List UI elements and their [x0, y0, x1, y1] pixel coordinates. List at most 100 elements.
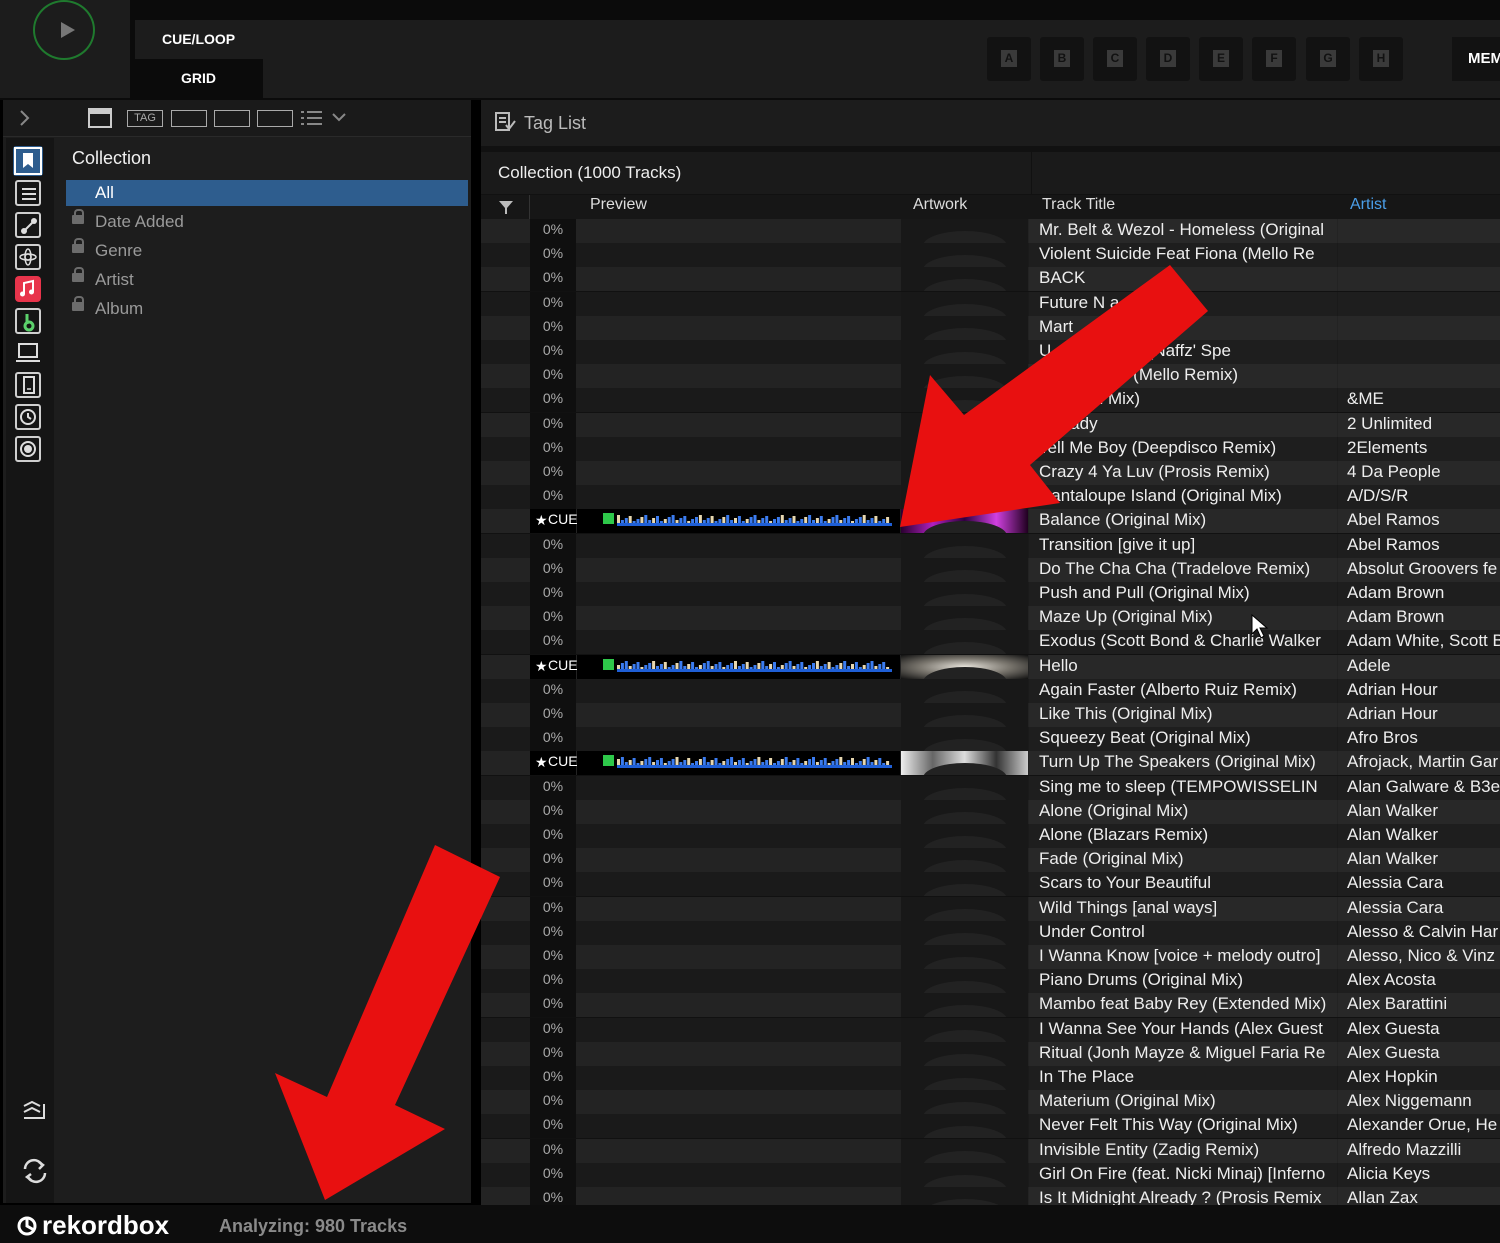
track-title-cell[interactable]: Mr. Belt & Wezol - Homeless (Original [1029, 219, 1337, 243]
artist-cell[interactable]: Alan Galware & B3e [1338, 775, 1500, 800]
preview-cell[interactable] [577, 292, 900, 316]
preview-cell[interactable] [577, 1114, 900, 1138]
table-row[interactable]: 0% Invisible Entity (Zadig Remix) Alfredo … [481, 1138, 1500, 1163]
preview-cell[interactable] [577, 993, 900, 1017]
track-title-cell[interactable]: Violent Suicide Feat Fiona (Mello Re [1029, 243, 1337, 268]
track-title-cell[interactable]: Materium (Original Mix) [1029, 1090, 1337, 1115]
collection-icon[interactable] [13, 146, 43, 176]
table-row[interactable]: 0% Ritual (Jonh Mayze & Miguel Faria Re Al… [481, 1041, 1500, 1066]
tag-toggle[interactable]: TAG [127, 110, 163, 127]
track-title-cell[interactable]: Wild Things [anal ways] [1029, 896, 1337, 921]
filter-icon[interactable] [498, 199, 514, 215]
artist-cell[interactable]: Abel Ramos [1338, 509, 1500, 534]
preview-cell[interactable] [577, 776, 900, 800]
table-row[interactable]: 0% Maze Up (Original Mix) Adam Brown [481, 606, 1500, 631]
history-icon[interactable] [15, 404, 41, 430]
list-view-icon[interactable] [300, 109, 350, 127]
window-icon[interactable] [88, 108, 112, 128]
artist-cell[interactable] [1338, 267, 1500, 292]
preview-cell[interactable] [577, 388, 900, 412]
table-row[interactable]: 0% Under Control Alesso & Calvin Har [481, 920, 1500, 945]
table-row[interactable]: 0% Piano Drums (Original Mix) Alex Acosta [481, 969, 1500, 994]
hotcue-d-button[interactable]: D [1146, 37, 1190, 81]
artist-cell[interactable] [1338, 364, 1500, 389]
col-artwork[interactable]: Artwork [913, 196, 967, 214]
artist-cell[interactable]: Alex Guesta [1338, 1041, 1500, 1066]
track-title-cell[interactable]: In The Place [1029, 1066, 1337, 1090]
artist-cell[interactable]: Adam Brown [1338, 582, 1500, 606]
preview-cell[interactable] [577, 921, 900, 945]
tree-item-genre[interactable]: Genre [66, 238, 468, 264]
tree-item-album[interactable]: Album [66, 296, 468, 322]
artist-cell[interactable]: &ME [1338, 388, 1500, 413]
preview-cell[interactable] [577, 534, 900, 558]
preview-cell[interactable] [577, 679, 900, 703]
track-title-cell[interactable]: Transition [give it up] [1029, 533, 1337, 558]
preview-cell[interactable] [577, 824, 900, 848]
artist-cell[interactable]: Alexander Orue, He [1338, 1114, 1500, 1139]
table-row[interactable]: 0% Again Faster (Alberto Ruiz Remix) Adria… [481, 678, 1500, 703]
table-row[interactable]: 0% Like This (Original Mix) Adrian Hour [481, 703, 1500, 727]
preview-cell[interactable] [577, 945, 900, 969]
playlist-icon[interactable] [15, 180, 41, 206]
artist-cell[interactable]: Alan Walker [1338, 848, 1500, 873]
track-title-cell[interactable]: Exodus (Scott Bond & Charlie Walker [1029, 630, 1337, 655]
tab-grid[interactable]: GRID [181, 70, 216, 86]
artist-cell[interactable]: Alex Barattini [1338, 993, 1500, 1018]
preview-cell[interactable] [577, 1018, 900, 1042]
table-row[interactable]: CUE ★ Turn Up The Speakers (Original Mix) A… [481, 751, 1500, 776]
track-title-cell[interactable]: Push and Pull (Original Mix) [1029, 582, 1337, 606]
layout-3-icon[interactable] [257, 110, 293, 127]
preview-cell[interactable] [577, 558, 900, 582]
track-title-cell[interactable]: Girl On Fire (feat. Nicki Minaj) [Infern… [1029, 1162, 1337, 1187]
preview-cell[interactable] [577, 606, 900, 630]
tree-item-all[interactable]: All [66, 180, 468, 206]
tag-list-bar[interactable]: Tag List [481, 100, 1500, 146]
artist-cell[interactable]: Alex Niggemann [1338, 1090, 1500, 1115]
artist-cell[interactable]: A/D/S/R [1338, 485, 1500, 510]
track-title-cell[interactable]: Squeezy Beat (Original Mix) [1029, 727, 1337, 752]
tab-cue-loop[interactable]: CUE/LOOP [162, 31, 235, 47]
itunes-icon[interactable] [15, 276, 41, 302]
preview-cell[interactable] [577, 969, 900, 993]
artist-cell[interactable]: Alex Acosta [1338, 969, 1500, 994]
table-row[interactable]: 0% Fade (Original Mix) Alan Walker [481, 848, 1500, 873]
artist-cell[interactable]: Adam Brown [1338, 606, 1500, 631]
table-row[interactable]: 0% Girl On Fire (feat. Nicki Minaj) [Infe… [481, 1162, 1500, 1187]
table-row[interactable]: 0% Violent Suicide Feat Fiona (Mello Re [481, 243, 1500, 268]
tree-item-date-added[interactable]: Date Added [66, 209, 468, 235]
artist-cell[interactable]: Adam White, Scott B [1338, 630, 1500, 655]
hotcue-c-button[interactable]: C [1093, 37, 1137, 81]
chevron-right-icon[interactable] [19, 110, 31, 126]
preview-cell[interactable] [577, 582, 900, 606]
table-row[interactable]: 0% Wild Things [anal ways] Alessia Cara [481, 896, 1500, 921]
link-icon[interactable] [15, 212, 41, 238]
track-title-cell[interactable]: Hello [1029, 654, 1337, 679]
hotcue-g-button[interactable]: G [1306, 37, 1350, 81]
table-row[interactable]: 0% Squeezy Beat (Original Mix) Afro Bros [481, 727, 1500, 752]
artist-cell[interactable]: Alfredo Mazzilli [1338, 1138, 1500, 1163]
table-row[interactable]: 0% I Wanna See Your Hands (Alex Guest Alex… [481, 1017, 1500, 1042]
table-row[interactable]: 0% Alone (Blazars Remix) Alan Walker [481, 824, 1500, 848]
track-title-cell[interactable]: Mambo feat Baby Rey (Extended Mix) [1029, 993, 1337, 1018]
artist-cell[interactable]: Afro Bros [1338, 727, 1500, 752]
artist-cell[interactable]: Afrojack, Martin Gar [1338, 751, 1500, 776]
preview-cell[interactable] [577, 800, 900, 824]
preview-cell[interactable] [577, 703, 900, 727]
artist-cell[interactable]: Alan Walker [1338, 799, 1500, 824]
artist-cell[interactable]: Alicia Keys [1338, 1162, 1500, 1187]
preview-cell[interactable] [577, 267, 900, 291]
artist-cell[interactable]: 2Elements [1338, 436, 1500, 461]
record-icon[interactable] [15, 436, 41, 462]
hotcue-f-button[interactable]: F [1252, 37, 1296, 81]
track-title-cell[interactable]: Fade (Original Mix) [1029, 848, 1337, 873]
table-row[interactable]: 0% Scars to Your Beautiful Alessia Cara [481, 872, 1500, 897]
export-icon[interactable] [18, 1098, 50, 1128]
table-row[interactable]: 0% Transition [give it up] Abel Ramos [481, 533, 1500, 558]
table-row[interactable]: 0% Mambo feat Baby Rey (Extended Mix) Alex… [481, 993, 1500, 1018]
artist-cell[interactable]: Adrian Hour [1338, 703, 1500, 727]
table-row[interactable]: CUE ★ Hello Adele [481, 654, 1500, 679]
preview-cell[interactable] [577, 316, 900, 340]
laptop-icon[interactable] [15, 340, 41, 366]
beatport-icon[interactable] [15, 308, 41, 334]
